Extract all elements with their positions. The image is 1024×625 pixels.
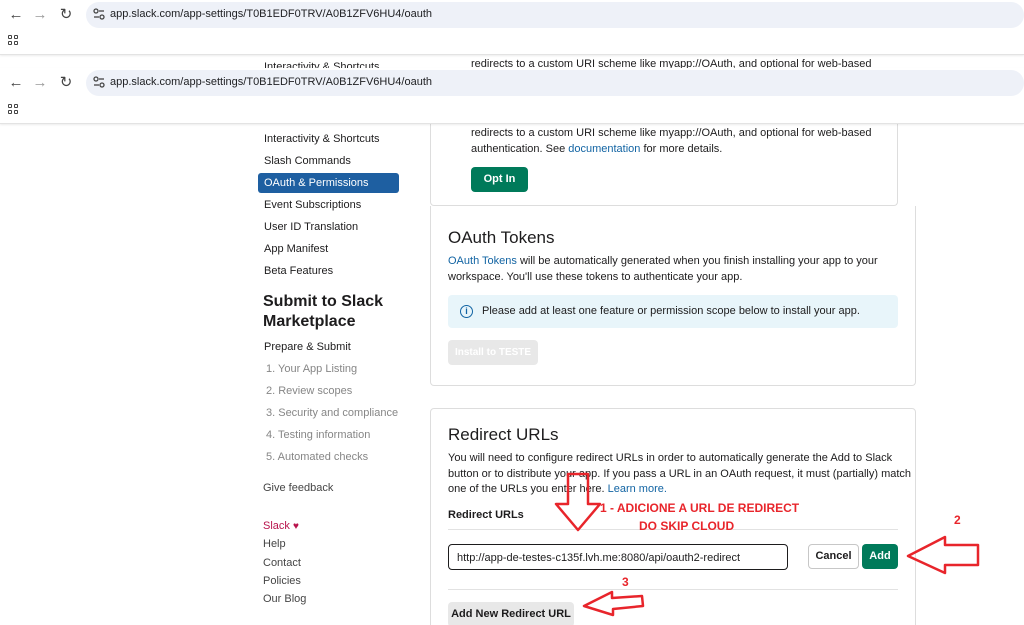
oauth-tokens-desc-line2: workspace. You'll use these tokens to au… xyxy=(448,271,743,283)
policies-link[interactable]: Policies xyxy=(263,575,301,587)
reload-icon[interactable]: ↻ xyxy=(56,73,76,93)
redirect-desc-line2: button or to distribute your app. If you… xyxy=(448,468,912,480)
optin-text-line1: redirects to a custom URI scheme like my… xyxy=(471,127,872,139)
apps-grid-icon[interactable] xyxy=(8,35,20,47)
redirect-url-value: http://app-de-testes-c135f.lvh.me:8080/a… xyxy=(457,552,741,564)
sidebar-item-user-id-translation[interactable]: User ID Translation xyxy=(264,221,358,233)
annotation-step1-line1: 1 - ADICIONE A URL DE REDIRECT xyxy=(600,501,800,515)
annotation-step3: 3 xyxy=(622,575,629,589)
oauth-tokens-link[interactable]: OAuth Tokens xyxy=(448,255,517,267)
documentation-link[interactable]: documentation xyxy=(568,143,640,155)
redirect-urls-title: Redirect URLs xyxy=(448,425,559,444)
sidebar-item-event-subscriptions[interactable]: Event Subscriptions xyxy=(264,199,361,211)
redirect-urls-subheading: Redirect URLs xyxy=(448,509,524,521)
marketplace-heading: Submit to Slack Marketplace xyxy=(263,293,384,330)
back-arrow-icon[interactable]: ← xyxy=(6,73,26,93)
sidebar-item-label: OAuth & Permissions xyxy=(264,177,369,189)
sidebar-item-oauth-permissions[interactable]: OAuth & Permissions xyxy=(258,173,399,193)
address-bar-url: app.slack.com/app-settings/T0B1EDF0TRV/A… xyxy=(110,76,433,88)
opt-in-button[interactable]: Opt In xyxy=(471,167,528,192)
browser-toolbar-top: ← → ↻ app.slack.com/app-settings/T0B1EDF… xyxy=(0,0,1024,55)
redirect-desc-line3: one of the URLs you enter here. Learn mo… xyxy=(448,481,667,497)
oauth-tokens-text: will be automatically generated when you… xyxy=(516,255,878,267)
redirect-desc-text: one of the URLs you enter here. xyxy=(448,483,608,495)
sidebar-item-interactivity[interactable]: Interactivity & Shortcuts xyxy=(264,133,380,145)
reload-icon[interactable]: ↻ xyxy=(56,5,76,25)
cancel-button[interactable]: Cancel xyxy=(808,544,859,569)
oauth-tokens-desc-line1: OAuth Tokens will be automatically gener… xyxy=(448,253,878,269)
pkce-optin-card: redirects to a custom URI scheme like my… xyxy=(430,110,898,206)
install-to-workspace-button[interactable]: Install to TESTE xyxy=(448,340,538,365)
info-banner: i Please add at least one feature or per… xyxy=(448,295,898,328)
optin-text: authentication. See xyxy=(471,143,569,155)
address-bar-url: app.slack.com/app-settings/T0B1EDF0TRV/A… xyxy=(110,8,433,20)
back-arrow-icon[interactable]: ← xyxy=(6,5,26,25)
contact-link[interactable]: Contact xyxy=(263,557,301,569)
address-bar[interactable]: app.slack.com/app-settings/T0B1EDF0TRV/A… xyxy=(86,70,1024,96)
optin-text-end: for more details. xyxy=(640,143,723,155)
site-settings-icon[interactable] xyxy=(92,75,106,89)
sidebar-step-review-scopes[interactable]: 2. Review scopes xyxy=(266,385,352,397)
redirect-url-input[interactable]: http://app-de-testes-c135f.lvh.me:8080/a… xyxy=(448,544,788,570)
apps-grid-icon[interactable] xyxy=(8,104,20,116)
sidebar-step-testing[interactable]: 4. Testing information xyxy=(266,429,370,441)
info-banner-text: Please add at least one feature or permi… xyxy=(482,305,860,317)
info-icon: i xyxy=(460,305,473,318)
blog-link[interactable]: Our Blog xyxy=(263,593,306,605)
sidebar-item-slash-commands[interactable]: Slash Commands xyxy=(264,155,351,167)
oauth-tokens-title: OAuth Tokens xyxy=(448,228,555,247)
sidebar-item-app-manifest[interactable]: App Manifest xyxy=(264,243,328,255)
add-button[interactable]: Add xyxy=(862,544,898,569)
sidebar-item-beta-features[interactable]: Beta Features xyxy=(264,265,333,277)
give-feedback-link[interactable]: Give feedback xyxy=(263,482,333,494)
peek-sidebar-item: Interactivity & Shortcuts xyxy=(264,61,380,68)
slack-link[interactable]: Slack ♥ xyxy=(263,520,299,532)
forward-arrow-icon[interactable]: → xyxy=(30,5,50,25)
browser-toolbar: ← → ↻ app.slack.com/app-settings/T0B1EDF… xyxy=(0,68,1024,124)
annotation-step2: 2 xyxy=(954,513,961,527)
divider xyxy=(448,589,898,590)
slack-label: Slack xyxy=(263,520,290,532)
heart-icon: ♥ xyxy=(292,521,299,532)
add-new-redirect-url-button[interactable]: Add New Redirect URL xyxy=(448,602,574,625)
annotation-arrow-add xyxy=(906,535,980,575)
help-link[interactable]: Help xyxy=(263,538,286,550)
sidebar-step-automated-checks[interactable]: 5. Automated checks xyxy=(266,451,368,463)
forward-arrow-icon[interactable]: → xyxy=(30,73,50,93)
address-bar[interactable]: app.slack.com/app-settings/T0B1EDF0TRV/A… xyxy=(86,2,1024,28)
learn-more-link[interactable]: Learn more. xyxy=(608,483,667,495)
sidebar-step-security[interactable]: 3. Security and compliance xyxy=(266,407,398,419)
sidebar-item-prepare-submit[interactable]: Prepare & Submit xyxy=(264,341,351,353)
sidebar-step-app-listing[interactable]: 1. Your App Listing xyxy=(266,363,357,375)
optin-text-line2: authentication. See documentation for mo… xyxy=(471,141,722,157)
site-settings-icon[interactable] xyxy=(92,7,106,21)
redirect-desc-line1: You will need to configure redirect URLs… xyxy=(448,452,893,464)
annotation-step1-line2: DO SKIP CLOUD xyxy=(639,519,735,533)
